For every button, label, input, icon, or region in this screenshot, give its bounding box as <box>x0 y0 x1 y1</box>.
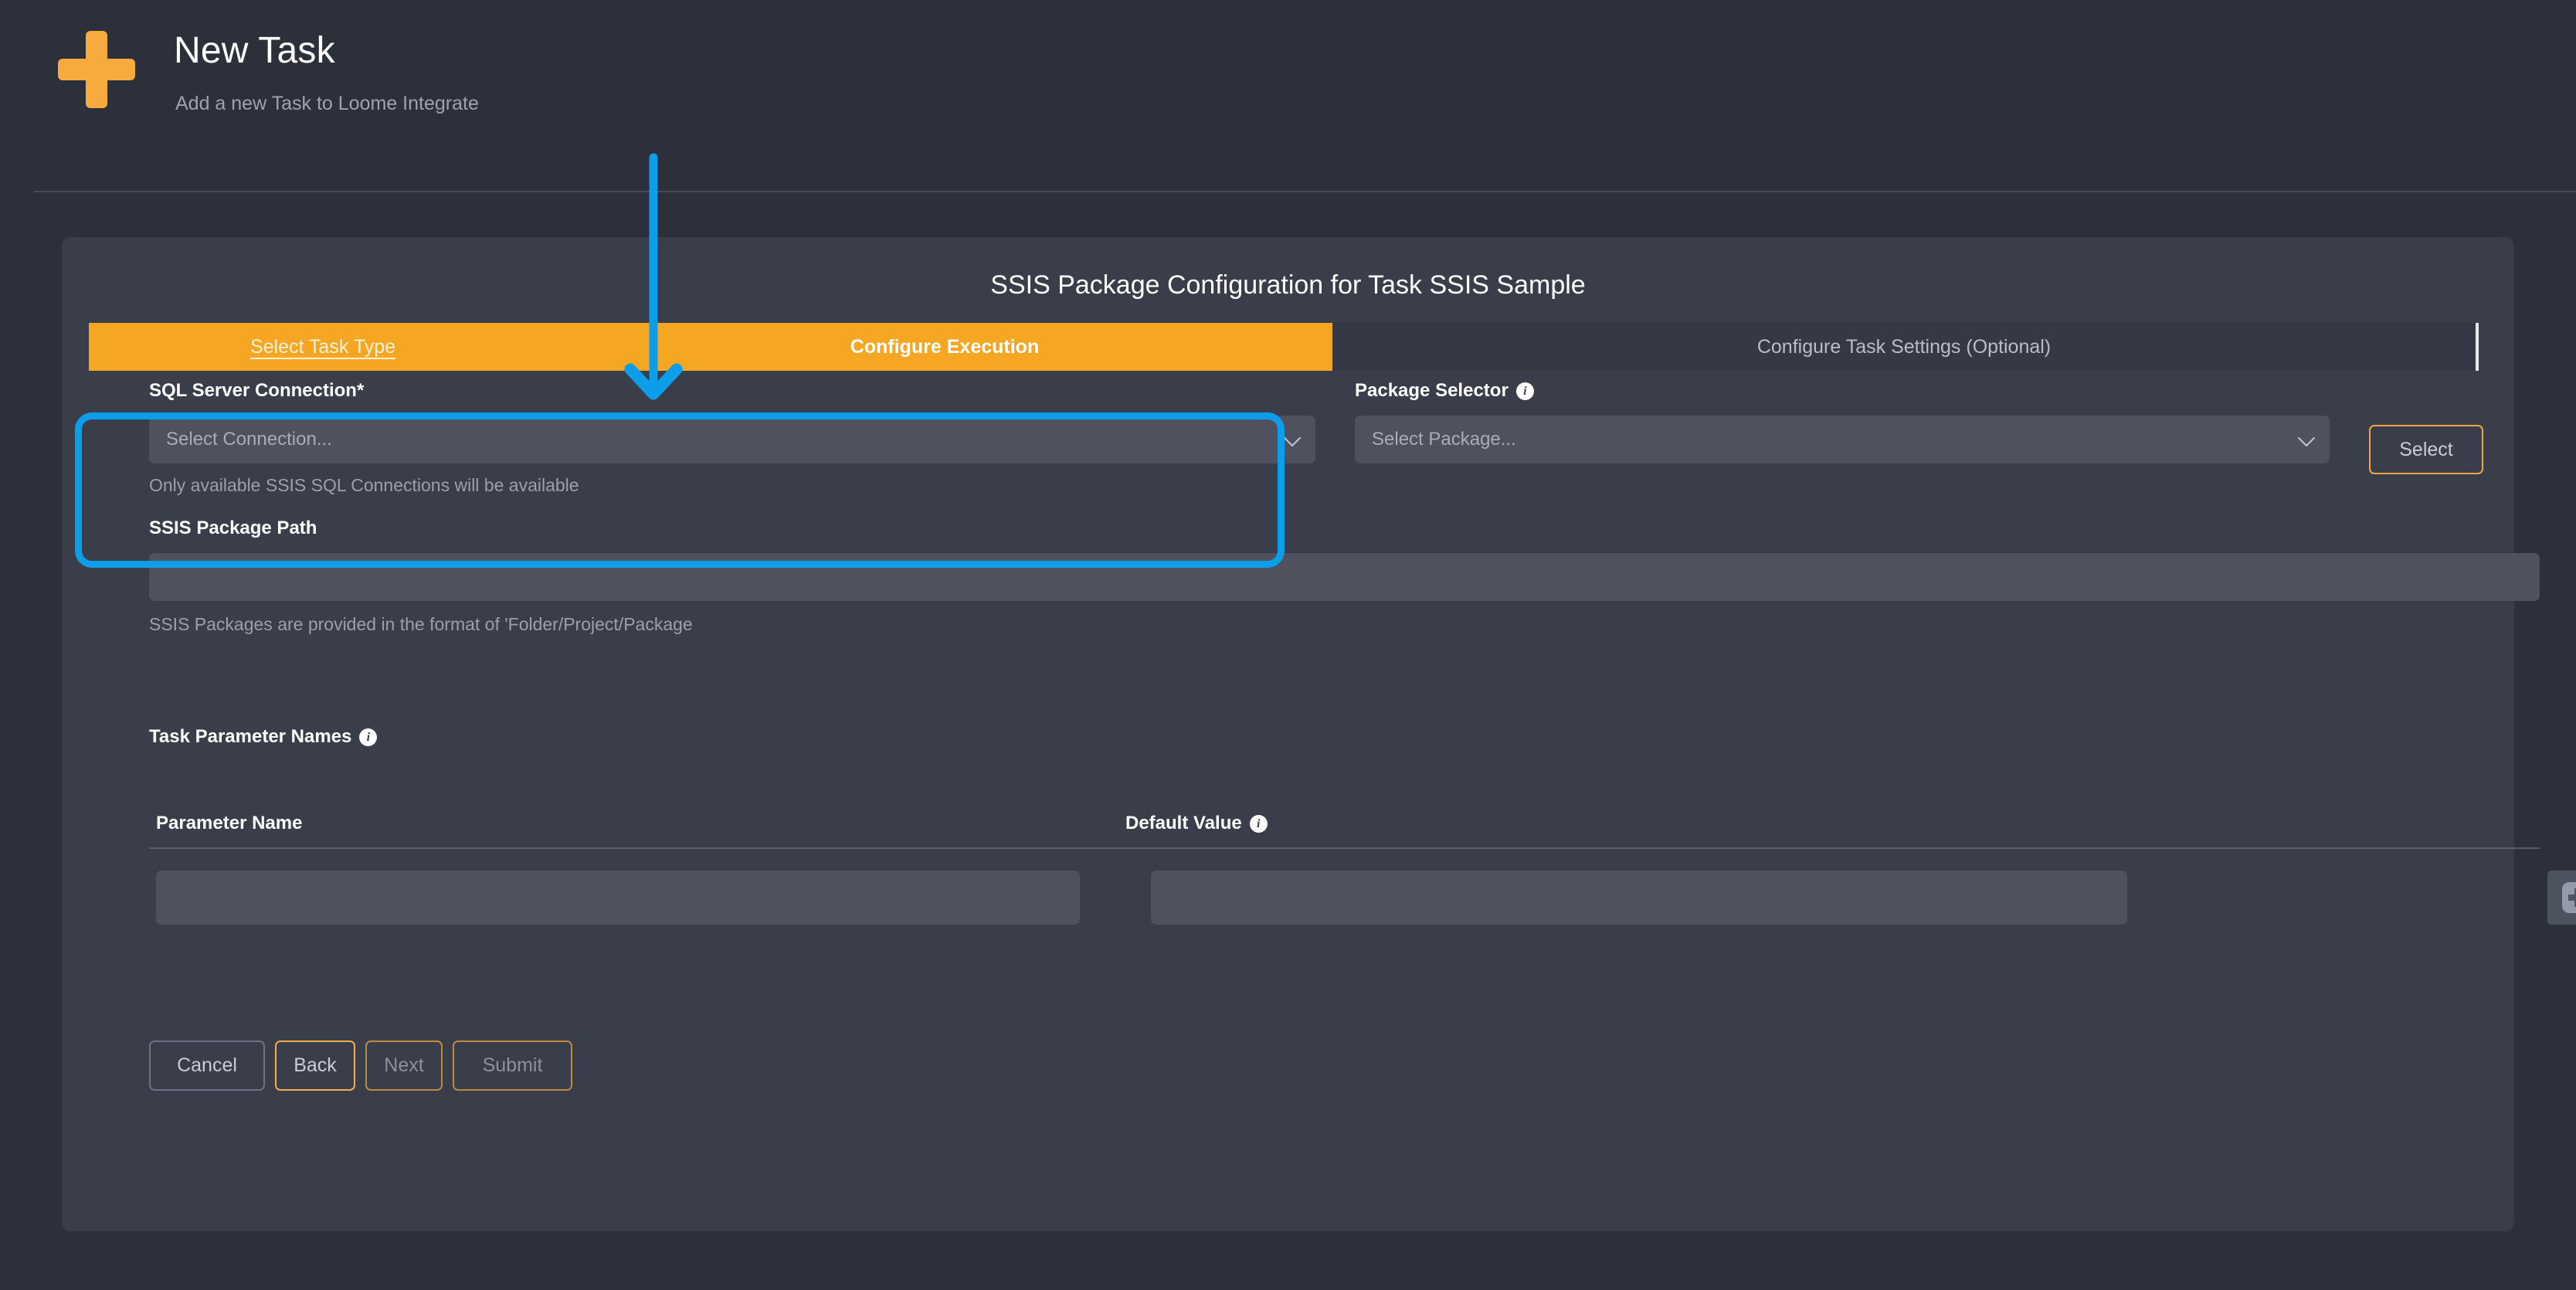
sql-connection-group: SQL Server Connection* Only available SS… <box>149 380 1315 496</box>
cancel-button[interactable]: Cancel <box>149 1040 265 1091</box>
column-header-parameter-name: Parameter Name <box>156 813 303 833</box>
ssis-package-path-label: SSIS Package Path <box>149 518 317 538</box>
tab-select-task-type[interactable]: Select Task Type <box>89 323 557 371</box>
plus-icon <box>58 31 135 108</box>
task-parameter-names-label: Task Parameter Names i <box>149 726 378 748</box>
package-selector-select[interactable] <box>1355 416 2330 463</box>
add-parameter-row-button[interactable] <box>2547 871 2576 925</box>
tab-configure-task-settings-label: Configure Task Settings (Optional) <box>1756 335 2052 358</box>
package-selector-label-text: Package Selector <box>1355 380 1509 401</box>
info-icon[interactable]: i <box>359 728 378 746</box>
wizard-tab-strip: Select Task Type Configure Execution Con… <box>89 323 2479 371</box>
tab-select-task-type-label: Select Task Type <box>249 335 396 358</box>
down-arrow-annotation <box>624 153 683 400</box>
package-selector-select-wrap <box>1355 416 2330 463</box>
back-button[interactable]: Back <box>275 1040 355 1091</box>
ssis-package-path-input[interactable] <box>149 553 2540 601</box>
page-subtitle: Add a new Task to Loome Integrate <box>175 93 479 114</box>
sql-connection-select-wrap <box>149 416 1315 463</box>
submit-button[interactable]: Submit <box>453 1040 572 1091</box>
tab-configure-execution-label: Configure Execution <box>850 335 1040 358</box>
page-header: New Task Add a new Task to Loome Integra… <box>0 0 2576 192</box>
wizard-footer-actions: Cancel Back Next Submit <box>149 1040 572 1091</box>
column-header-default-value: Default Value i <box>1125 813 1268 834</box>
column-header-default-value-text: Default Value <box>1125 813 1242 833</box>
info-icon[interactable]: i <box>1515 382 1534 400</box>
package-selector-label: Package Selector i <box>1355 380 2330 402</box>
next-button[interactable]: Next <box>365 1040 443 1091</box>
package-selector-group: Package Selector i <box>1355 380 2330 463</box>
header-divider <box>34 191 2576 192</box>
page-title: New Task <box>174 30 335 71</box>
parameter-table-divider <box>149 847 2540 849</box>
parameter-name-input[interactable] <box>156 871 1080 925</box>
default-value-input[interactable] <box>1151 871 2127 925</box>
info-icon[interactable]: i <box>1249 814 1268 833</box>
plus-square-icon <box>2562 882 2576 913</box>
sql-connection-hint: Only available SSIS SQL Connections will… <box>149 475 579 495</box>
task-parameter-names-label-text: Task Parameter Names <box>149 726 352 747</box>
select-package-button[interactable]: Select <box>2369 425 2483 474</box>
sql-connection-label: SQL Server Connection* <box>149 380 365 401</box>
ssis-package-path-group: SSIS Package Path SSIS Packages are prov… <box>149 518 2540 635</box>
card-title: SSIS Package Configuration for Task SSIS… <box>990 270 1586 300</box>
parameter-table-header: Parameter Name Default Value i <box>156 813 2547 834</box>
ssis-package-path-hint: SSIS Packages are provided in the format… <box>149 614 693 634</box>
sql-connection-select[interactable] <box>149 416 1315 463</box>
task-configuration-card: SSIS Package Configuration for Task SSIS… <box>62 237 2576 1231</box>
tab-configure-task-settings[interactable]: Configure Task Settings (Optional) <box>1332 323 2476 371</box>
